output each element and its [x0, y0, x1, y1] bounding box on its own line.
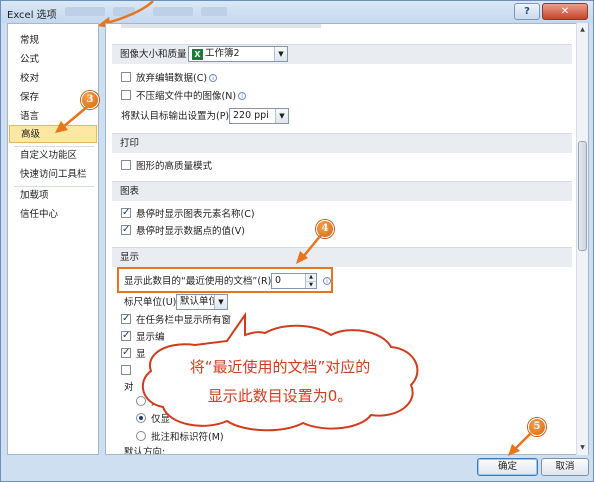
ppi-select-value: 220 ppi	[233, 110, 269, 121]
default-target-label: 将默认目标输出设置为(P):	[121, 111, 233, 122]
scroll-up-icon[interactable]: ▲	[577, 23, 588, 37]
annotation-arrow	[55, 106, 88, 133]
display-header: 显示	[112, 247, 572, 267]
high-quality-graphics-row[interactable]: 图形的高质量模式	[121, 160, 212, 173]
ppi-select[interactable]: 220 ppi ▼	[229, 108, 289, 124]
high-quality-graphics-label: 图形的高质量模式	[136, 161, 213, 172]
annotation-arrow	[296, 234, 322, 264]
default-direction-label: 默认方向:	[124, 447, 166, 455]
sidebar-item-customize-ribbon[interactable]: 自定义功能区	[9, 147, 97, 165]
high-quality-graphics-checkbox[interactable]	[121, 160, 131, 170]
excel-workbook-icon: X	[192, 49, 203, 60]
sidebar-item-general[interactable]: 常规	[9, 32, 97, 50]
vertical-scrollbar[interactable]: ▲ ▼	[576, 23, 588, 455]
callout-line-1: 将“最近使用的文档”对应的	[189, 358, 371, 376]
workbook-select-value: 工作簿2	[205, 48, 240, 59]
scroll-down-icon[interactable]: ▼	[577, 441, 588, 455]
dialog-title: Excel 选项	[7, 10, 57, 21]
section-title: 打印	[120, 138, 140, 149]
chevron-down-icon: ▼	[274, 47, 287, 61]
info-icon: i	[209, 74, 218, 82]
cancel-button[interactable]: 取消	[541, 458, 589, 476]
sidebar-item-proofing[interactable]: 校对	[9, 70, 97, 88]
callout-line-2: 显示此数目设置为0。	[207, 387, 353, 405]
show-edit-checkbox[interactable]	[121, 329, 131, 342]
sidebar-item-quick-access[interactable]: 快速访问工具栏	[9, 166, 97, 184]
scroll-thumb[interactable]	[578, 141, 587, 251]
show-data-values-label: 悬停时显示数据点的值(V)	[136, 226, 245, 237]
show-data-values-row[interactable]: 悬停时显示数据点的值(V)	[121, 223, 245, 238]
no-compress-label: 不压缩文件中的图像(N)	[136, 91, 237, 102]
discard-edit-data-checkbox[interactable]	[121, 72, 131, 82]
annotation-arrow	[508, 432, 532, 456]
taskbar-windows-checkbox[interactable]	[121, 312, 131, 325]
sidebar-item-addins[interactable]: 加载项	[9, 187, 97, 205]
category-sidebar: 常规 公式 校对 保存 语言 高级 自定义功能区 快速访问工具栏 加载项 信任中…	[7, 23, 99, 455]
unchecked-row[interactable]	[121, 365, 136, 378]
section-title: 显示	[120, 252, 140, 263]
chart-header: 图表	[112, 181, 572, 201]
section-title: 图表	[120, 186, 140, 197]
show-other-checkbox[interactable]	[121, 346, 131, 359]
section-title: 图像大小和质量	[120, 49, 187, 60]
ruler-units-select[interactable]: 默认单位 ▼	[176, 294, 228, 310]
sidebar-item-formulas[interactable]: 公式	[9, 51, 97, 69]
show-element-names-checkbox[interactable]	[121, 206, 131, 219]
show-element-names-row[interactable]: 悬停时显示图表元素名称(C)	[121, 206, 255, 221]
discard-edit-data-row[interactable]: 放弃编辑数据(C) i	[121, 72, 218, 85]
print-header: 打印	[112, 133, 572, 153]
show-element-names-label: 悬停时显示图表元素名称(C)	[136, 209, 255, 220]
image-size-header: 图像大小和质量	[112, 44, 572, 64]
partial-label: 对	[124, 382, 134, 393]
excel-options-dialog: Excel 选项 ? ✕ 常规 公式 校对 保存 语言 高级 自定义功能区 快速…	[0, 0, 594, 482]
info-icon: i	[238, 92, 247, 100]
chevron-down-icon: ▼	[214, 295, 227, 309]
option-comments-label: 批注和标识符(M)	[151, 432, 224, 443]
unchecked-checkbox[interactable]	[121, 365, 131, 375]
help-button[interactable]: ?	[514, 3, 540, 20]
chevron-down-icon: ▼	[275, 109, 288, 123]
blurred-title-text	[201, 7, 227, 16]
no-compress-checkbox[interactable]	[121, 90, 131, 100]
discard-edit-data-label: 放弃编辑数据(C)	[136, 73, 208, 84]
close-button[interactable]: ✕	[542, 3, 588, 20]
cutoff-row	[121, 24, 321, 32]
no-compress-row[interactable]: 不压缩文件中的图像(N) i	[121, 90, 247, 103]
ruler-units-label: 标尺单位(U)	[124, 297, 177, 308]
sidebar-item-trust-center[interactable]: 信任中心	[9, 206, 97, 224]
show-data-values-checkbox[interactable]	[121, 223, 131, 236]
ruler-units-value: 默认单位	[180, 296, 219, 307]
workbook-select[interactable]: X 工作簿2 ▼	[188, 46, 288, 62]
